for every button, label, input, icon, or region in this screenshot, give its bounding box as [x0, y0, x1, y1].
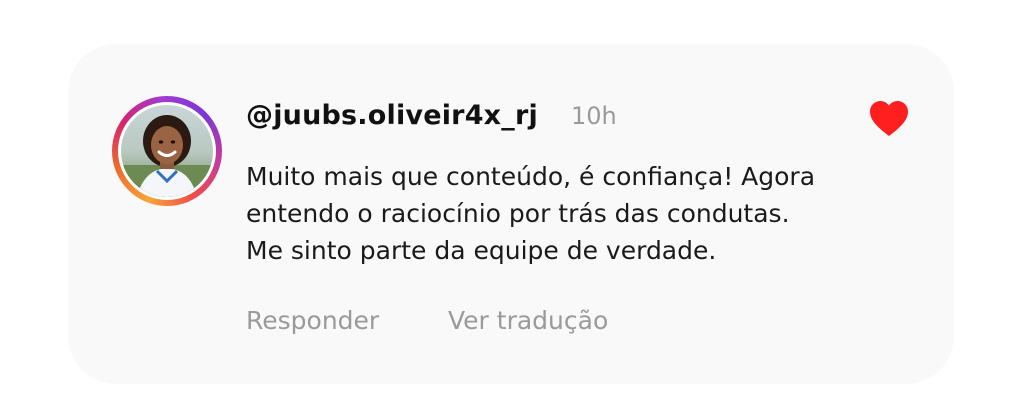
avatar[interactable]	[112, 96, 222, 206]
comment-username[interactable]: @juubs.oliveir4x_rj	[246, 100, 538, 131]
comment-text: Muito mais que conteúdo, é confiança! Ag…	[246, 158, 936, 269]
like-heart-icon[interactable]	[869, 100, 909, 138]
person-icon	[121, 115, 213, 197]
comment-timestamp: 10h	[571, 102, 617, 130]
comment-line: Me sinto parte da equipe de verdade.	[246, 236, 717, 265]
avatar-photo	[121, 105, 213, 197]
see-translation-button[interactable]: Ver tradução	[448, 306, 608, 335]
reply-button[interactable]: Responder	[246, 306, 379, 335]
comment-line: entendo o raciocínio por trás das condut…	[246, 199, 790, 228]
comment-line: Muito mais que conteúdo, é confiança! Ag…	[246, 162, 816, 191]
